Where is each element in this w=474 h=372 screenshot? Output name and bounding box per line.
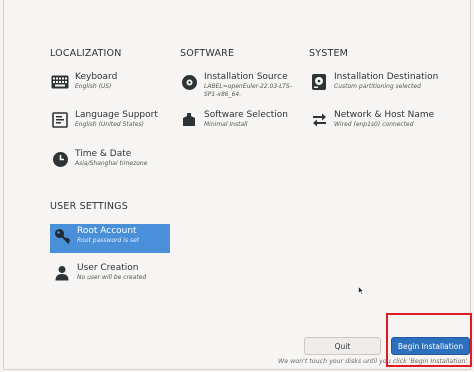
language-icon (51, 111, 69, 129)
quit-button[interactable]: Quit (304, 337, 381, 355)
spoke-keyboard-status: English (US) (75, 83, 112, 90)
network-arrows-icon (310, 111, 328, 129)
section-localization: LOCALIZATION (50, 48, 122, 59)
mouse-cursor-icon (358, 286, 364, 295)
spoke-root-account[interactable]: Root Account Root password is set (50, 224, 170, 253)
spoke-user-title: User Creation (77, 263, 139, 273)
spoke-root-status: Root password is set (77, 237, 140, 244)
spoke-installation-source[interactable]: Installation Source LABEL=openEuler-22.0… (177, 70, 297, 106)
section-system: SYSTEM (309, 48, 349, 59)
spoke-user-status: No user will be created (77, 274, 147, 281)
spoke-source-status-line2: SP1-x86_64. (204, 90, 242, 98)
spoke-software-title: Software Selection (204, 110, 289, 120)
spoke-network-hostname[interactable]: Network & Host Name Wired (enp1s0) conne… (307, 108, 447, 138)
spoke-language-status: English (United States) (75, 121, 144, 128)
spoke-network-title: Network & Host Name (334, 110, 435, 120)
spoke-network-status: Wired (enp1s0) connected (334, 121, 414, 128)
spoke-source-status-line1: LABEL=openEuler-22.03-LTS- (204, 83, 292, 90)
spoke-keyboard[interactable]: Keyboard English (US) (48, 70, 168, 100)
section-user-settings: USER SETTINGS (50, 201, 128, 212)
spoke-language-title: Language Support (75, 110, 158, 120)
spoke-source-title: Installation Source (204, 72, 288, 82)
spoke-language-support[interactable]: Language Support English (United States) (48, 108, 168, 138)
hard-disk-icon (310, 73, 328, 91)
spoke-software-status: Minimal Install (204, 121, 248, 128)
spoke-user-creation[interactable]: User Creation No user will be created (50, 261, 170, 291)
spoke-destination-title: Installation Destination (334, 72, 439, 82)
spoke-root-title: Root Account (77, 226, 137, 236)
clock-icon (51, 150, 69, 168)
begin-installation-note: We won't touch your disks until you clic… (278, 358, 470, 365)
spoke-time-status: Asia/Shanghai timezone (75, 160, 148, 167)
section-software: SOFTWARE (180, 48, 235, 59)
package-icon (180, 111, 198, 129)
spoke-installation-destination[interactable]: Installation Destination Custom partitio… (307, 70, 447, 100)
spoke-destination-status: Custom partitioning selected (334, 83, 421, 90)
keyboard-icon (51, 73, 69, 91)
disc-icon (180, 73, 198, 91)
spoke-time-title: Time & Date (75, 149, 132, 159)
spoke-time-date[interactable]: Time & Date Asia/Shanghai timezone (48, 147, 168, 177)
spoke-software-selection[interactable]: Software Selection Minimal Install (177, 108, 297, 138)
key-icon (53, 227, 71, 245)
user-icon (53, 264, 71, 282)
spoke-keyboard-title: Keyboard (75, 72, 118, 82)
